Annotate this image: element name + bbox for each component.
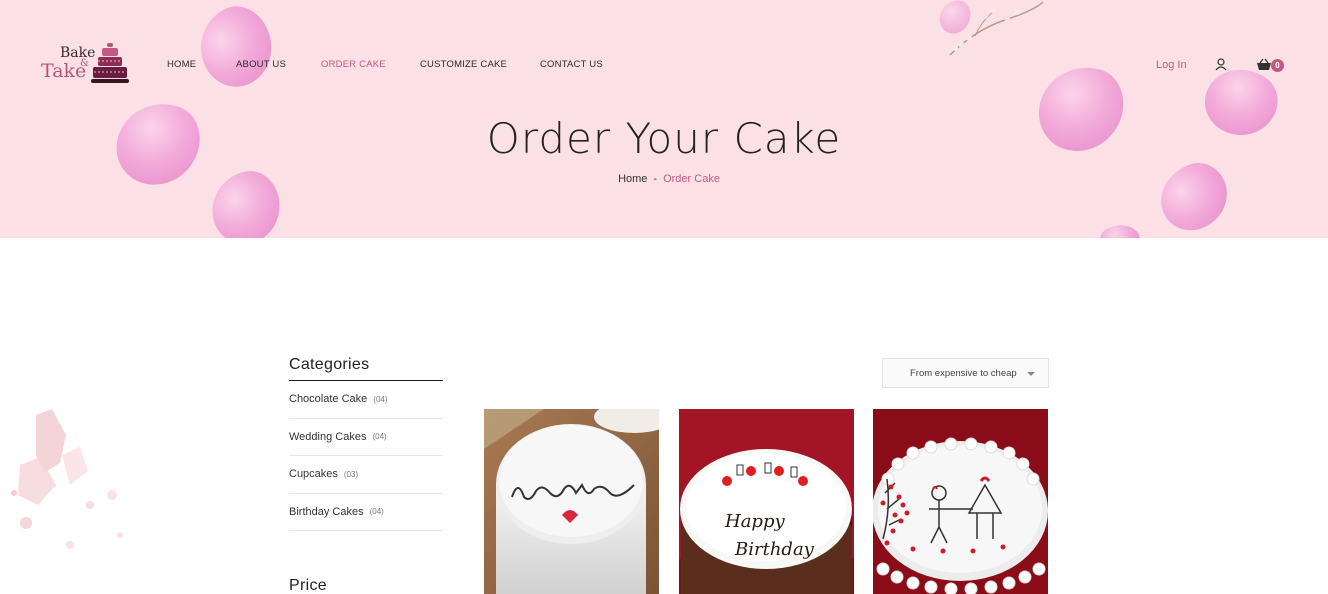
category-count: (03) [343,469,359,479]
sort-select[interactable]: From expensive to cheap [882,358,1049,388]
category-item[interactable]: Chocolate Cake (04) [289,381,443,419]
powder-splash-decoration [11,409,123,549]
product-card[interactable] [873,409,1048,594]
breadcrumb-current: Order Cake [663,173,720,185]
category-name: Cupcakes [289,468,338,481]
price-filter-title: Price [289,577,327,594]
breadcrumb-home-link[interactable]: Home [618,173,647,185]
product-card[interactable]: Happy Birthday [679,409,854,594]
page-title: Order Your Cake [486,114,842,163]
category-name: Birthday Cakes [289,505,364,518]
category-item[interactable]: Cupcakes (03) [289,456,443,494]
category-name: Wedding Cakes [289,430,367,443]
category-item[interactable]: Birthday Cakes (04) [289,494,443,531]
petal-decoration [1151,155,1237,238]
cart-count-badge: 0 [1271,59,1284,72]
nav-home-link[interactable]: HOME [167,59,196,70]
chevron-down-icon [1027,372,1035,376]
brand-line-2: Take [41,60,87,82]
couple-drawing-cake-image[interactable] [873,409,1048,594]
brand-logo[interactable]: Bake & Take [40,42,132,88]
category-count: (04) [369,507,384,517]
nav-contact-link[interactable]: CONTACT US [540,59,603,70]
user-icon[interactable] [1215,58,1227,71]
site-header: Bake & Take HOME ABOUT US ORDER CAKE CUS… [0,0,1328,130]
shop-sidebar: Categories Chocolate Cake (04) Wedding C… [289,356,443,531]
love-cake-image[interactable] [484,409,659,594]
hero-banner: Bake & Take HOME ABOUT US ORDER CAKE CUS… [0,0,1328,238]
cake-writing-birthday: Birthday [734,539,815,560]
category-count: (04) [372,432,387,442]
cake-logo-icon [91,43,129,83]
category-item[interactable]: Wedding Cakes (04) [289,419,443,456]
basket-icon[interactable] [1256,58,1272,72]
category-list: Chocolate Cake (04) Wedding Cakes (04) C… [289,381,443,531]
petal-decoration [1097,221,1143,238]
sort-selected-value: From expensive to cheap [910,367,1017,379]
nav-customize-cake-link[interactable]: CUSTOMIZE CAKE [420,59,507,70]
categories-title: Categories [289,356,443,381]
product-card[interactable] [484,409,659,594]
breadcrumb-separator: - [653,173,658,185]
login-link[interactable]: Log In [1156,59,1187,71]
breadcrumb: Home - Order Cake [0,173,1328,185]
category-name: Chocolate Cake [289,393,368,406]
nav-order-cake-link[interactable]: ORDER CAKE [321,59,386,70]
cake-writing-happy: Happy [724,511,785,532]
nav-about-link[interactable]: ABOUT US [236,59,286,70]
birthday-cake-image[interactable]: Happy Birthday [679,409,854,594]
category-count: (04) [373,394,388,404]
